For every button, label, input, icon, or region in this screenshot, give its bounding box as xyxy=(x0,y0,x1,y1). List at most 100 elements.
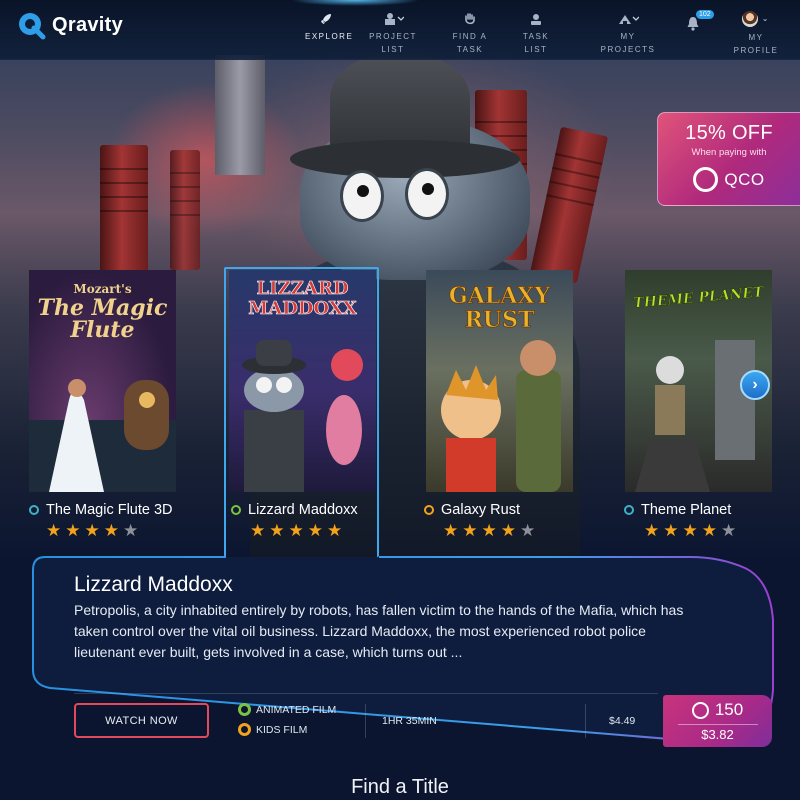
movie-poster: LIZZARD MADDOXX xyxy=(229,270,376,492)
nav-label: MY PROFILE xyxy=(733,33,779,55)
nav-label: MY PROJECTS xyxy=(600,32,656,54)
notifications-button[interactable]: 102 xyxy=(686,10,714,40)
nav-label: FIND A TASK xyxy=(452,32,488,54)
movie-title: Theme Planet xyxy=(641,502,732,518)
star-icon: ★ xyxy=(123,521,139,540)
refinery-chimney xyxy=(100,145,148,275)
star-icon: ★ xyxy=(46,521,62,540)
poster-title-line: Flute xyxy=(70,317,135,343)
star-icon: ★ xyxy=(663,521,679,540)
poster-title-line: LIZZARD xyxy=(256,278,349,299)
star-icon: ★ xyxy=(520,521,536,540)
usd-price-label: $4.49 xyxy=(609,715,636,727)
star-icon: ★ xyxy=(644,521,660,540)
poster-title-line: RUST xyxy=(464,307,535,333)
movie-title-row[interactable]: Galaxy Rust xyxy=(424,502,520,518)
nav-label: TASK LIST xyxy=(522,32,550,54)
refinery-chimney xyxy=(529,126,609,284)
poster-title-line: Mozart's xyxy=(73,282,132,296)
genre-dot xyxy=(238,703,251,716)
watch-now-button[interactable]: WATCH NOW xyxy=(74,703,209,738)
rating-stars: ★ ★ ★ ★ ★ xyxy=(46,522,138,539)
nav-task-list[interactable]: TASK LIST xyxy=(512,12,560,56)
project-list-icon xyxy=(385,13,404,25)
my-projects-icon xyxy=(619,15,639,24)
qravity-logo-icon xyxy=(19,13,46,40)
movie-title-row[interactable]: Lizzard Maddoxx xyxy=(231,502,358,518)
qco-discount-banner[interactable]: 15% OFF When paying with QCO xyxy=(657,112,800,206)
star-icon: ★ xyxy=(481,521,497,540)
runtime: 1HR 35MIN xyxy=(382,715,437,727)
movie-card-lizzard-maddoxx[interactable]: LIZZARD MADDOXX xyxy=(229,270,376,492)
robot-hat-brim xyxy=(290,140,520,178)
active-tab-glow xyxy=(290,0,420,6)
divider xyxy=(585,704,586,738)
qco-price: 150 xyxy=(714,700,744,719)
movie-card-galaxy-rust[interactable]: GALAXY RUST xyxy=(426,270,573,492)
app-name: Qravity xyxy=(52,13,124,36)
status-dot xyxy=(424,505,434,515)
top-navbar: Qravity EXPLORE PROJECT LIST FIND A TASK… xyxy=(0,0,800,60)
star-icon: ★ xyxy=(682,521,698,540)
star-icon: ★ xyxy=(269,521,285,540)
promo-subtitle: When paying with xyxy=(691,147,767,158)
task-list-icon xyxy=(531,14,541,25)
star-icon: ★ xyxy=(65,521,81,540)
movie-title: Lizzard Maddoxx xyxy=(248,502,358,518)
qco-logo-icon xyxy=(691,701,709,719)
divider xyxy=(74,693,658,694)
movie-card-magic-flute[interactable]: Mozart's The Magic Flute xyxy=(29,270,176,492)
nav-label: EXPLORE xyxy=(305,32,354,41)
movie-title-row[interactable]: The Magic Flute 3D xyxy=(29,502,173,518)
movie-poster: Mozart's The Magic Flute xyxy=(29,270,176,492)
rating-stars: ★ ★ ★ ★ ★ xyxy=(443,522,535,539)
movie-title: The Magic Flute 3D xyxy=(46,502,173,518)
movie-title-row[interactable]: Theme Planet xyxy=(624,502,731,518)
rating-stars: ★ ★ ★ ★ ★ xyxy=(250,522,342,539)
buy-with-qco-button[interactable]: 150 $3.82 xyxy=(663,695,772,747)
nav-project-list[interactable]: PROJECT LIST xyxy=(368,12,418,56)
robot-eye xyxy=(340,170,384,222)
refinery-chimney xyxy=(170,150,200,270)
rocket-icon xyxy=(321,14,331,24)
star-icon: ★ xyxy=(462,521,478,540)
chevron-down-icon: ⌄ xyxy=(761,14,770,24)
genre-tag: KIDS FILM xyxy=(238,723,307,736)
nav-my-projects[interactable]: MY PROJECTS xyxy=(600,12,656,56)
detail-title: Lizzard Maddoxx xyxy=(74,573,233,596)
genre-label: KIDS FILM xyxy=(256,723,308,736)
status-dot xyxy=(231,505,241,515)
divider xyxy=(677,724,758,725)
poster-title-line: The Magic xyxy=(37,295,168,321)
star-icon: ★ xyxy=(721,521,737,540)
carousel-next-button[interactable]: › xyxy=(740,370,770,400)
promo-currency: QCO xyxy=(724,169,765,189)
poster-title-line: MADDOXX xyxy=(248,298,357,319)
nav-explore[interactable]: EXPLORE xyxy=(305,12,352,43)
refinery-tower xyxy=(215,55,265,175)
poster-title-line: GALAXY xyxy=(448,283,551,309)
rating-stars: ★ ★ ★ ★ ★ xyxy=(644,522,736,539)
detail-description: Petropolis, a city inhabited entirely by… xyxy=(74,602,684,660)
app-logo[interactable]: Qravity xyxy=(16,10,123,40)
qco-usd-price: $3.82 xyxy=(701,727,734,742)
nav-my-profile[interactable]: ⌄ MY PROFILE xyxy=(728,11,784,57)
movie-poster: GALAXY RUST xyxy=(426,270,573,492)
genre-dot xyxy=(238,723,251,736)
promo-title: 15% OFF xyxy=(685,122,773,144)
nav-find-a-task[interactable]: FIND A TASK xyxy=(450,12,490,56)
genre-tag: ANIMATED FILM xyxy=(238,703,336,716)
chevron-right-icon: › xyxy=(752,376,758,393)
star-icon: ★ xyxy=(288,521,304,540)
status-dot xyxy=(29,505,39,515)
genre-label: ANIMATED FILM xyxy=(256,703,337,716)
notification-count-badge: 102 xyxy=(696,10,714,19)
hand-icon xyxy=(465,13,475,25)
star-icon: ★ xyxy=(327,521,343,540)
robot-eye xyxy=(405,168,449,220)
star-icon: ★ xyxy=(84,521,100,540)
star-icon: ★ xyxy=(307,521,323,540)
movie-title: Galaxy Rust xyxy=(441,502,520,518)
star-icon: ★ xyxy=(103,521,119,540)
star-icon: ★ xyxy=(500,521,516,540)
